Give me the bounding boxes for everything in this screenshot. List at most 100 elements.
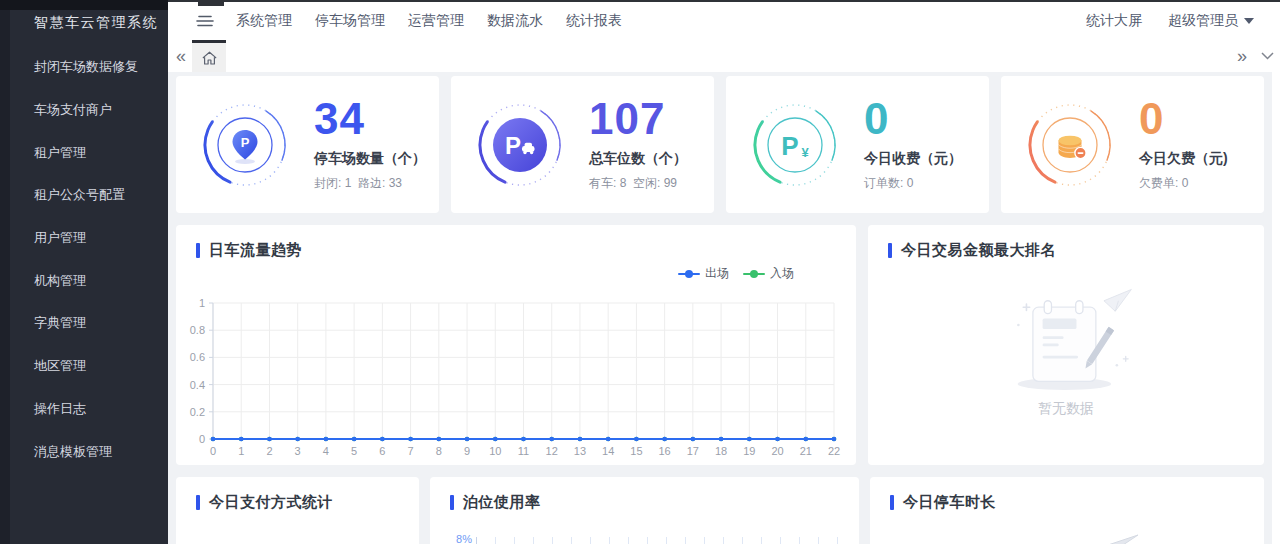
stat-value: 0: [864, 97, 962, 141]
parking-yuan-icon: P ¥: [750, 100, 840, 190]
svg-text:P: P: [781, 131, 798, 161]
nav-item-system[interactable]: 系统管理: [236, 12, 292, 30]
app-title: 智慧车云管理系统: [34, 14, 158, 32]
svg-text:17: 17: [687, 445, 699, 457]
sidebar-item-msg-template[interactable]: 消息模板管理: [0, 430, 168, 473]
nav-item-dataflow[interactable]: 数据流水: [487, 12, 543, 30]
sidebar-item-tenant-wechat[interactable]: 租户公众号配置: [0, 174, 168, 217]
svg-text:3: 3: [295, 445, 301, 457]
title-accent-bar: [196, 495, 200, 510]
empty-text: 暂无数据: [868, 400, 1264, 418]
empty-state: 暂无数据: [868, 283, 1264, 418]
stat-label: 今日欠费（元): [1139, 150, 1228, 168]
svg-text:0.8: 0.8: [190, 324, 205, 336]
occupancy-rate-card: 泊位使用率 8%: [430, 477, 859, 544]
tags-menu-chevron-icon[interactable]: [1261, 52, 1274, 60]
svg-text:22: 22: [828, 445, 840, 457]
scrollbar-track[interactable]: [1272, 72, 1280, 544]
home-tab[interactable]: [192, 40, 226, 72]
svg-text:0: 0: [210, 445, 216, 457]
chart-grid: [476, 537, 854, 544]
svg-text:11: 11: [518, 445, 529, 457]
home-icon: [202, 51, 217, 65]
collapse-menu-icon[interactable]: [196, 14, 214, 28]
panel-title: 今日支付方式统计: [209, 493, 333, 512]
coins-icon: [1025, 100, 1115, 190]
tags-bar-right: »: [1237, 40, 1274, 72]
panel-title: 今日停车时长: [903, 493, 996, 512]
nav-item-operation[interactable]: 运营管理: [408, 12, 464, 30]
title-accent-bar: [890, 495, 894, 510]
svg-text:2: 2: [266, 445, 272, 457]
sidebar-item-data-repair[interactable]: 封闭车场数据修复: [0, 46, 168, 89]
legend-item[interactable]: 入场: [743, 265, 794, 282]
nav-item-report[interactable]: 统计报表: [566, 12, 622, 30]
stat-label: 今日收费（元）: [864, 150, 962, 168]
sidebar-item-user[interactable]: 用户管理: [0, 217, 168, 260]
svg-text:14: 14: [602, 445, 614, 457]
sidebar-item-pay-merchant[interactable]: 车场支付商户: [0, 89, 168, 132]
payment-method-card: 今日支付方式统计: [176, 477, 419, 544]
title-accent-bar: [196, 243, 200, 258]
tags-scroll-right-icon[interactable]: »: [1237, 46, 1245, 67]
stat-value: 34: [314, 97, 426, 141]
svg-text:21: 21: [800, 445, 812, 457]
panel-title: 日车流量趋势: [209, 241, 302, 260]
svg-text:P: P: [505, 132, 521, 159]
svg-text:4: 4: [323, 445, 329, 457]
svg-text:12: 12: [546, 445, 558, 457]
chevron-down-icon: [1244, 18, 1254, 24]
stat-card-parking-count: P 34 停车场数量（个） 封闭: 1 路边: 33: [176, 76, 439, 213]
top-navbar: 系统管理 停车场管理 运营管理 数据流水 统计报表 统计大屏 超级管理员: [168, 0, 1280, 40]
stat-value: 107: [589, 97, 687, 141]
user-dropdown[interactable]: 超级管理员: [1168, 12, 1254, 30]
sidebar-menu: 封闭车场数据修复 车场支付商户 租户管理 租户公众号配置 用户管理 机构管理 字…: [0, 46, 168, 473]
svg-text:¥: ¥: [801, 145, 809, 160]
stat-sub: 欠费单: 0: [1139, 175, 1228, 192]
svg-text:19: 19: [743, 445, 755, 457]
traffic-line-chart: 00.20.40.60.8101234567891011121314151617…: [176, 297, 856, 465]
svg-text:1: 1: [199, 297, 205, 309]
svg-text:0: 0: [199, 433, 205, 445]
sidebar-item-oplog[interactable]: 操作日志: [0, 388, 168, 431]
tags-scroll-left-icon[interactable]: «: [168, 46, 192, 67]
svg-text:6: 6: [379, 445, 385, 457]
chart-legend: 出场入场: [678, 265, 794, 282]
svg-text:18: 18: [715, 445, 727, 457]
svg-text:0.4: 0.4: [190, 379, 205, 391]
top-menu: 系统管理 停车场管理 运营管理 数据流水 统计报表: [236, 12, 622, 30]
sidebar: 智慧车云管理系统 封闭车场数据修复 车场支付商户 租户管理 租户公众号配置 用户…: [0, 0, 168, 544]
panel-title: 泊位使用率: [463, 493, 541, 512]
svg-text:P: P: [241, 134, 250, 149]
svg-text:20: 20: [771, 445, 783, 457]
svg-text:15: 15: [630, 445, 642, 457]
svg-text:5: 5: [351, 445, 357, 457]
sidebar-item-dict[interactable]: 字典管理: [0, 302, 168, 345]
nav-item-parking[interactable]: 停车场管理: [315, 12, 385, 30]
tags-bar: « »: [168, 40, 1280, 72]
panel-title: 今日交易金额最大排名: [901, 241, 1056, 260]
stat-label: 停车场数量（个）: [314, 150, 426, 168]
y-axis-tick: 8%: [450, 533, 476, 544]
svg-text:9: 9: [464, 445, 470, 457]
parking-pin-icon: P: [200, 100, 290, 190]
svg-text:16: 16: [659, 445, 671, 457]
svg-text:0.2: 0.2: [190, 406, 205, 418]
stat-label: 总车位数（个）: [589, 150, 687, 168]
sidebar-item-org[interactable]: 机构管理: [0, 259, 168, 302]
stat-sub: 订单数: 0: [864, 175, 962, 192]
title-accent-bar: [450, 495, 454, 510]
user-name: 超级管理员: [1168, 12, 1238, 30]
navbar-right: 统计大屏 超级管理员: [1086, 12, 1280, 30]
svg-text:1: 1: [238, 445, 244, 457]
title-accent-bar: [888, 243, 892, 258]
paper-plane-icon: [1106, 533, 1140, 544]
sidebar-item-tenant[interactable]: 租户管理: [0, 131, 168, 174]
stat-value: 0: [1139, 97, 1228, 141]
sidebar-item-region[interactable]: 地区管理: [0, 345, 168, 388]
stat-card-today-arrears: 0 今日欠费（元) 欠费单: 0: [1001, 76, 1264, 213]
sidebar-top-strip: [0, 0, 168, 10]
svg-text:13: 13: [574, 445, 586, 457]
stat-screen-link[interactable]: 统计大屏: [1086, 12, 1142, 30]
legend-item[interactable]: 出场: [678, 265, 729, 282]
